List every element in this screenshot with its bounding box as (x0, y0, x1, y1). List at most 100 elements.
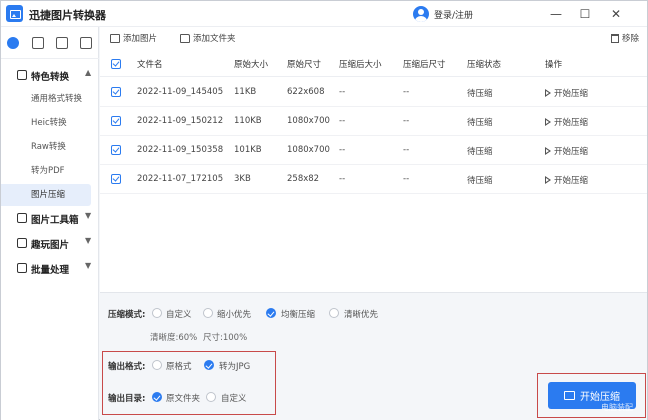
output-format-label: 输出格式: (108, 362, 146, 372)
dir-original-radio[interactable] (152, 392, 162, 402)
start-row-label: 开始压缩 (554, 176, 589, 186)
gallery-icon[interactable] (56, 37, 68, 49)
row-checkbox[interactable] (111, 87, 121, 97)
start-row-button[interactable]: 开始压缩 (545, 116, 588, 128)
mode-small-label[interactable]: 缩小优先 (217, 308, 251, 320)
minimize-button[interactable]: — (546, 4, 566, 24)
start-row-button[interactable]: 开始压缩 (545, 174, 588, 186)
start-row-button[interactable]: 开始压缩 (545, 145, 588, 157)
mode-custom-radio[interactable] (152, 308, 162, 318)
sidebar-item-raw[interactable]: Raw转换 (1, 136, 91, 158)
sidebar-section-fun[interactable]: 趣玩图片 ▼ (1, 233, 99, 253)
dir-original-label[interactable]: 原文件夹 (166, 392, 200, 404)
cell-comp-size: -- (339, 174, 346, 184)
cell-comp-dims: -- (403, 87, 410, 97)
app-window: 迅捷图片转换器 登录/注册 — ☐ ✕ 特色转换 ▲ 通用格式转换 Heic转换… (0, 0, 648, 420)
toolbox-icon (17, 213, 27, 223)
cell-orig-size: 11KB (234, 87, 257, 97)
home-icon[interactable] (7, 37, 19, 49)
add-image-button[interactable]: 添加图片 (110, 31, 157, 45)
sidebar-item-compress[interactable]: 图片压缩 (1, 184, 91, 206)
col-orig-size: 原始大小 (234, 60, 269, 70)
start-row-label: 开始压缩 (554, 147, 589, 157)
table-row[interactable]: 2022-11-09_145405 11KB 622x608 -- -- 待压缩… (100, 78, 647, 107)
batch-process-icon (17, 263, 27, 273)
cell-orig-dims: 1080x700 (287, 116, 330, 126)
sidebar-item-general-convert[interactable]: 通用格式转换 (1, 88, 91, 110)
cell-orig-dims: 1080x700 (287, 145, 330, 155)
app-title: 迅捷图片转换器 (29, 9, 106, 22)
watermark-text: 电脑装配 (601, 403, 633, 412)
cell-orig-size: 110KB (234, 116, 262, 126)
table-row[interactable]: 2022-11-09_150212 110KB 1080x700 -- -- 待… (100, 107, 647, 136)
sidebar-section-toolbox[interactable]: 图片工具箱 ▼ (1, 208, 99, 228)
cell-orig-dims: 622x608 (287, 87, 325, 97)
app-logo-icon (6, 5, 23, 22)
play-icon (545, 147, 551, 155)
dimension-value: 尺寸:100% (203, 333, 248, 343)
close-button[interactable]: ✕ (606, 4, 626, 24)
col-action: 操作 (545, 60, 563, 70)
sidebar-section-batch[interactable]: 批量处理 ▼ (1, 258, 99, 278)
image-convert-icon[interactable] (32, 37, 44, 49)
maximize-button[interactable]: ☐ (575, 4, 595, 24)
select-all-checkbox[interactable] (111, 59, 121, 69)
format-jpg-radio[interactable] (204, 360, 214, 370)
remove-button[interactable]: 移除 (611, 31, 639, 45)
chevron-down-icon: ▼ (85, 211, 92, 220)
dir-custom-label[interactable]: 自定义 (221, 392, 247, 404)
mode-clarity-radio[interactable] (329, 308, 339, 318)
format-original-label[interactable]: 原格式 (166, 360, 192, 372)
sidebar-item-heic[interactable]: Heic转换 (1, 112, 91, 134)
sidebar-section-featured[interactable]: 特色转换 ▲ (1, 65, 99, 85)
add-image-icon (110, 33, 120, 43)
cell-status: 待压缩 (467, 147, 493, 157)
trash-icon (611, 33, 619, 43)
login-button[interactable]: 登录/注册 (413, 5, 473, 23)
add-folder-icon (180, 33, 190, 43)
batch-icon[interactable] (80, 37, 92, 49)
cell-status: 待压缩 (467, 176, 493, 186)
login-label: 登录/注册 (434, 10, 474, 21)
play-icon (545, 118, 551, 126)
cell-filename: 2022-11-09_150358 (137, 145, 224, 155)
table-row[interactable]: 2022-11-09_150358 101KB 1080x700 -- -- 待… (100, 136, 647, 165)
mode-small-radio[interactable] (203, 308, 213, 318)
add-folder-button[interactable]: 添加文件夹 (180, 31, 236, 45)
featured-icon (17, 70, 27, 80)
row-checkbox[interactable] (111, 145, 121, 155)
cell-comp-size: -- (339, 116, 346, 126)
chevron-down-icon: ▼ (85, 261, 92, 270)
start-compress-label: 开始压缩 (580, 392, 620, 403)
row-checkbox[interactable] (111, 174, 121, 184)
cell-comp-size: -- (339, 145, 346, 155)
section-label: 特色转换 (31, 72, 70, 83)
avatar-icon (413, 6, 429, 22)
format-jpg-label[interactable]: 转为JPG (219, 360, 250, 372)
cell-filename: 2022-11-09_150212 (137, 116, 224, 126)
compress-mode-label: 压缩模式: (108, 310, 146, 320)
row-checkbox[interactable] (111, 116, 121, 126)
section-label: 趣玩图片 (31, 240, 70, 251)
toolbar: 添加图片 添加文件夹 移除 (100, 27, 647, 49)
start-row-button[interactable]: 开始压缩 (545, 87, 588, 99)
dir-custom-radio[interactable] (206, 392, 216, 402)
sidebar-item-pdf[interactable]: 转为PDF (1, 160, 91, 182)
add-folder-label: 添加文件夹 (193, 34, 236, 44)
col-status: 压缩状态 (467, 60, 502, 70)
start-row-label: 开始压缩 (554, 118, 589, 128)
section-label: 批量处理 (31, 265, 70, 276)
mode-balanced-radio[interactable] (266, 308, 276, 318)
cell-status: 待压缩 (467, 89, 493, 99)
swap-icon (564, 391, 575, 400)
format-original-radio[interactable] (152, 360, 162, 370)
mode-clarity-label[interactable]: 清晰优先 (344, 308, 378, 320)
cell-status: 待压缩 (467, 118, 493, 128)
table-row[interactable]: 2022-11-07_172105 3KB 258x82 -- -- 待压缩 开… (100, 165, 647, 194)
col-comp-dims: 压缩后尺寸 (403, 60, 446, 70)
cell-comp-dims: -- (403, 174, 410, 184)
cell-comp-dims: -- (403, 116, 410, 126)
mode-balanced-label[interactable]: 均衡压缩 (281, 308, 315, 320)
chevron-up-icon: ▲ (85, 68, 92, 77)
mode-custom-label[interactable]: 自定义 (166, 308, 192, 320)
